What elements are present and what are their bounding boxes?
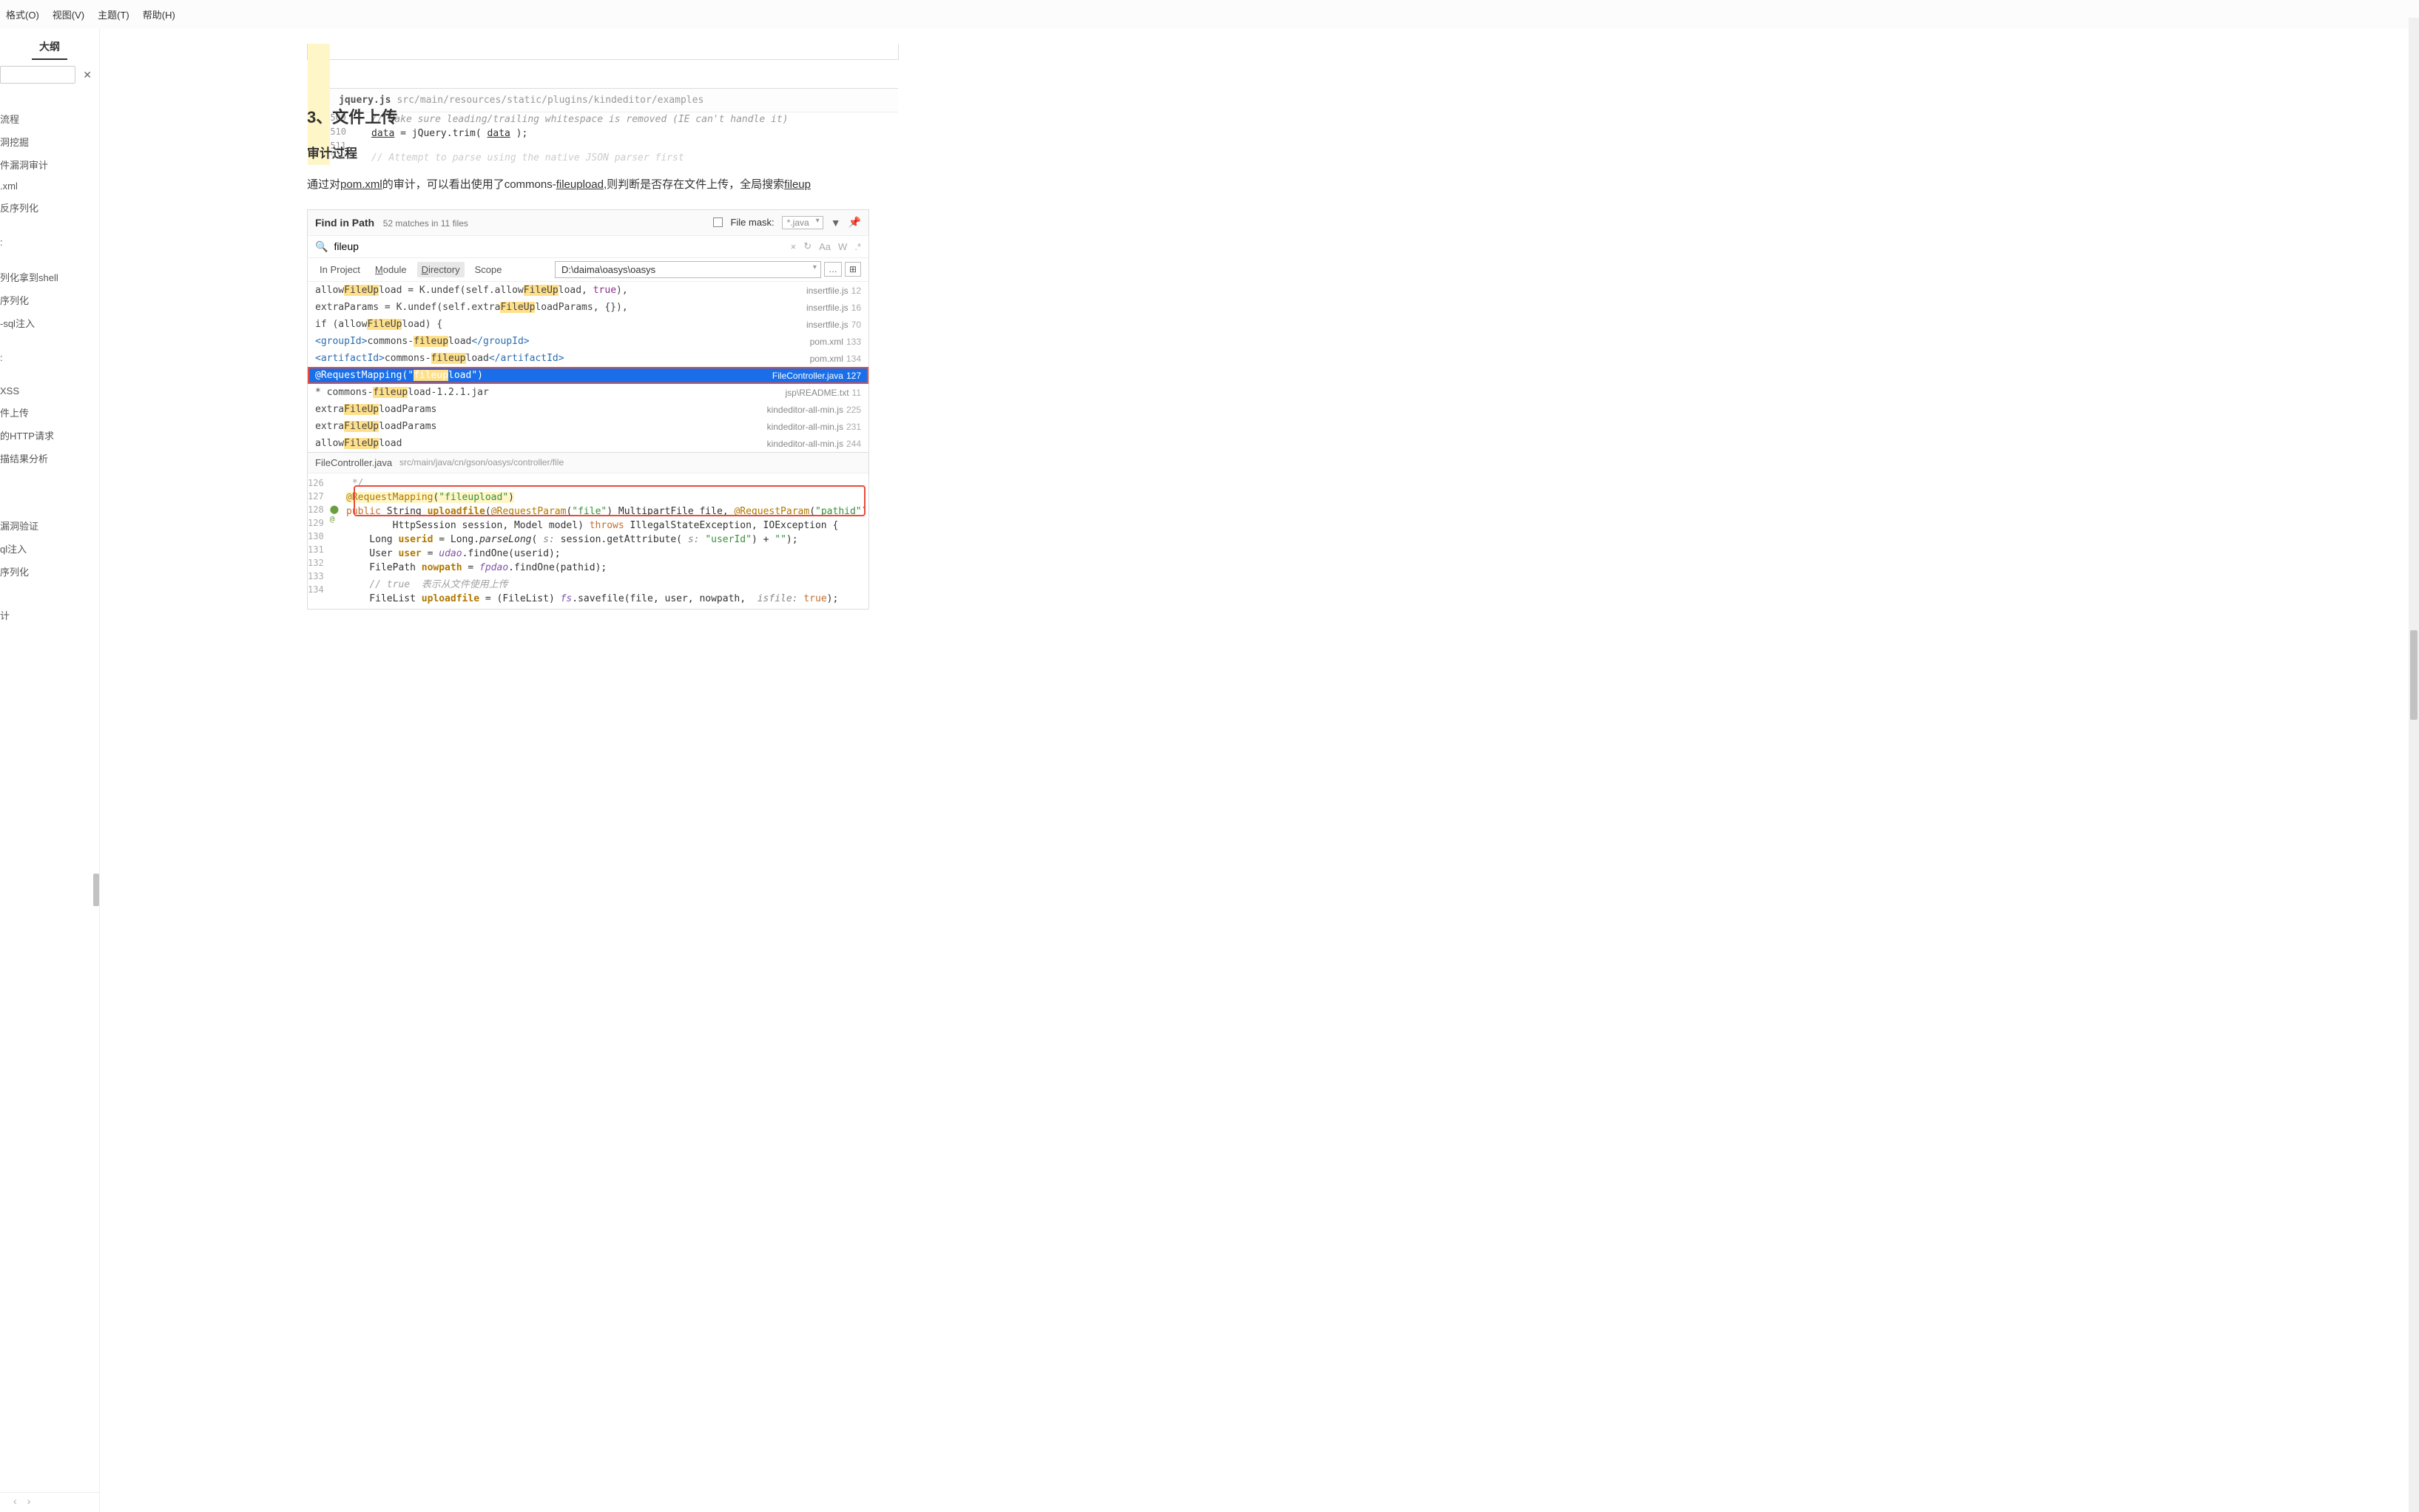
find-in-path-panel: Find in Path 52 matches in 11 files File…	[307, 209, 869, 610]
outline-item[interactable]: 计	[0, 604, 99, 627]
preview-filepath: src/main/java/cn/gson/oasys/controller/f…	[399, 457, 564, 468]
content-column: jquery.js src/main/resources/static/plug…	[100, 29, 2419, 1512]
browse-button[interactable]: …	[824, 262, 842, 277]
preview-code: */@RequestMapping("fileupload")public St…	[339, 473, 874, 609]
code-line: // Attempt to parse using the native JSO…	[351, 151, 684, 165]
chevron-left-icon[interactable]: ‹	[0, 1496, 17, 1506]
result-row[interactable]: <artifactId>commons-fileupload</artifact…	[308, 350, 868, 367]
filemask-combo[interactable]: *.java	[782, 216, 823, 229]
menu-item-help[interactable]: 帮助(H)	[137, 4, 181, 24]
code-line: // Make sure leading/trailing whitespace…	[351, 112, 789, 126]
code-line: data = jQuery.trim( data );	[351, 126, 527, 141]
section-file-upload: 3、文件上传 审计过程 通过对pom.xml的审计，可以看出使用了commons…	[307, 104, 2389, 610]
outline-item[interactable]: 的HTTP请求	[0, 424, 99, 447]
preview-body: 126127128129130131132133134 ⬤ @ */@Reque…	[308, 473, 868, 609]
result-row[interactable]: extraFileUploadParamskindeditor-all-min.…	[308, 418, 868, 435]
outline-item: :	[0, 348, 99, 368]
gutter-line: 512	[330, 151, 351, 165]
text: ,则判断是否存在文件上传，全局搜索	[604, 178, 784, 191]
outline-search-input[interactable]	[0, 66, 75, 84]
editor-tab: jquery.js src/main/resources/static/plug…	[330, 88, 898, 112]
history-icon[interactable]: ↻	[803, 240, 812, 252]
outline-item[interactable]: ql注入	[0, 537, 99, 560]
filemask-checkbox[interactable]	[713, 217, 723, 227]
scope-tab-module[interactable]: Module	[371, 262, 411, 277]
find-title: Find in Path	[315, 217, 374, 229]
filemask-label: File mask:	[730, 217, 774, 228]
result-row[interactable]: <groupId>commons-fileupload</groupId>pom…	[308, 333, 868, 350]
gutter-line: 510	[330, 126, 351, 141]
text: 通过对	[307, 178, 340, 191]
word-toggle[interactable]: W	[838, 241, 847, 252]
text: 的审计，可以看出使用了commons-	[382, 178, 556, 191]
spring-icon: ⬤ @	[330, 504, 339, 524]
result-row[interactable]: extraFileUploadParamskindeditor-all-min.…	[308, 401, 868, 418]
outline-tab[interactable]: 大纲	[32, 35, 67, 60]
editor-filepath: src/main/resources/static/plugins/kinded…	[397, 95, 704, 106]
link-pom-xml[interactable]: pom.xml	[340, 178, 382, 191]
result-row[interactable]: * commons-fileupload-1.2.1.jarjsp\README…	[308, 384, 868, 401]
link-fileup[interactable]: fileup	[784, 178, 811, 191]
outline-item[interactable]: 序列化	[0, 288, 99, 311]
close-icon[interactable]: ✕	[80, 69, 95, 81]
outline-item[interactable]: 洞挖掘	[0, 130, 99, 153]
scope-tab-directory[interactable]: Directory	[417, 262, 465, 277]
outline-item[interactable]: 反序列化	[0, 196, 99, 219]
outline-item[interactable]: 描结果分析	[0, 447, 99, 470]
result-row[interactable]: allowFileUploadkindeditor-all-min.js244	[308, 435, 868, 452]
vertical-scrollbar[interactable]	[2409, 18, 2419, 1512]
clear-icon[interactable]: ×	[791, 241, 797, 252]
outline-sidebar: 大纲 ✕ 流程 洞挖掘 件漏洞审计 .xml 反序列化 : 列化拿到shell …	[0, 29, 100, 1512]
results-list: allowFileUpload = K.undef(self.allowFile…	[308, 282, 868, 452]
outline-item[interactable]: -sql注入	[0, 311, 99, 334]
result-row[interactable]: if (allowFileUpload) {insertfile.js70	[308, 316, 868, 333]
pin-icon[interactable]: 📌	[848, 216, 861, 229]
preview-filename: FileController.java	[315, 457, 392, 468]
outline-item[interactable]: 件上传	[0, 401, 99, 424]
preview-header: FileController.java src/main/java/cn/gso…	[308, 452, 868, 473]
outline-item[interactable]: 流程	[0, 107, 99, 130]
case-toggle[interactable]: Aa	[819, 241, 831, 252]
outline-item[interactable]: .xml	[0, 176, 99, 196]
outline-item[interactable]: 件漏洞审计	[0, 153, 99, 176]
section-body: 通过对pom.xml的审计，可以看出使用了commons-fileupload,…	[307, 175, 2389, 196]
result-row[interactable]: extraParams = K.undef(self.extraFileUplo…	[308, 299, 868, 316]
find-query-input[interactable]	[334, 240, 784, 252]
search-icon: 🔍	[315, 240, 328, 253]
outline-item[interactable]: XSS	[0, 381, 99, 401]
outline-item[interactable]: 漏洞验证	[0, 514, 99, 537]
outline-body: 流程 洞挖掘 件漏洞审计 .xml 反序列化 : 列化拿到shell 序列化 -…	[0, 87, 99, 1492]
tree-button[interactable]: ⊞	[845, 262, 861, 277]
outline-item[interactable]: 列化拿到shell	[0, 266, 99, 288]
scope-tab-scope[interactable]: Scope	[470, 262, 507, 277]
chevron-right-icon[interactable]: ›	[24, 1496, 31, 1506]
link-fileupload[interactable]: fileupload	[556, 178, 604, 191]
path-input[interactable]: D:\daima\oasys\oasys	[555, 261, 821, 278]
scrollbar-thumb[interactable]	[93, 874, 99, 906]
regex-toggle[interactable]: .*	[854, 241, 861, 252]
outline-item: :	[0, 232, 99, 252]
result-row[interactable]: @RequestMapping("fileupload")FileControl…	[308, 367, 868, 384]
scrollbar-thumb[interactable]	[2410, 630, 2418, 720]
menu-item-view[interactable]: 视图(V)	[47, 4, 90, 24]
code-editor-snippet: jquery.js src/main/resources/static/plug…	[307, 44, 899, 60]
scope-tab-project[interactable]: In Project	[315, 262, 365, 277]
menubar: 格式(O) 视图(V) 主题(T) 帮助(H)	[0, 0, 2419, 29]
result-row[interactable]: allowFileUpload = K.undef(self.allowFile…	[308, 282, 868, 299]
preview-icons: ⬤ @	[330, 473, 339, 609]
outline-item[interactable]: 序列化	[0, 560, 99, 583]
preview-gutter: 126127128129130131132133134	[308, 473, 330, 609]
menu-item-theme[interactable]: 主题(T)	[92, 4, 135, 24]
filter-icon[interactable]: ▼	[831, 217, 841, 229]
menu-item-format[interactable]: 格式(O)	[0, 4, 45, 24]
find-match-count: 52 matches in 11 files	[383, 218, 468, 229]
outline-footer: ‹ ›	[0, 1492, 99, 1512]
